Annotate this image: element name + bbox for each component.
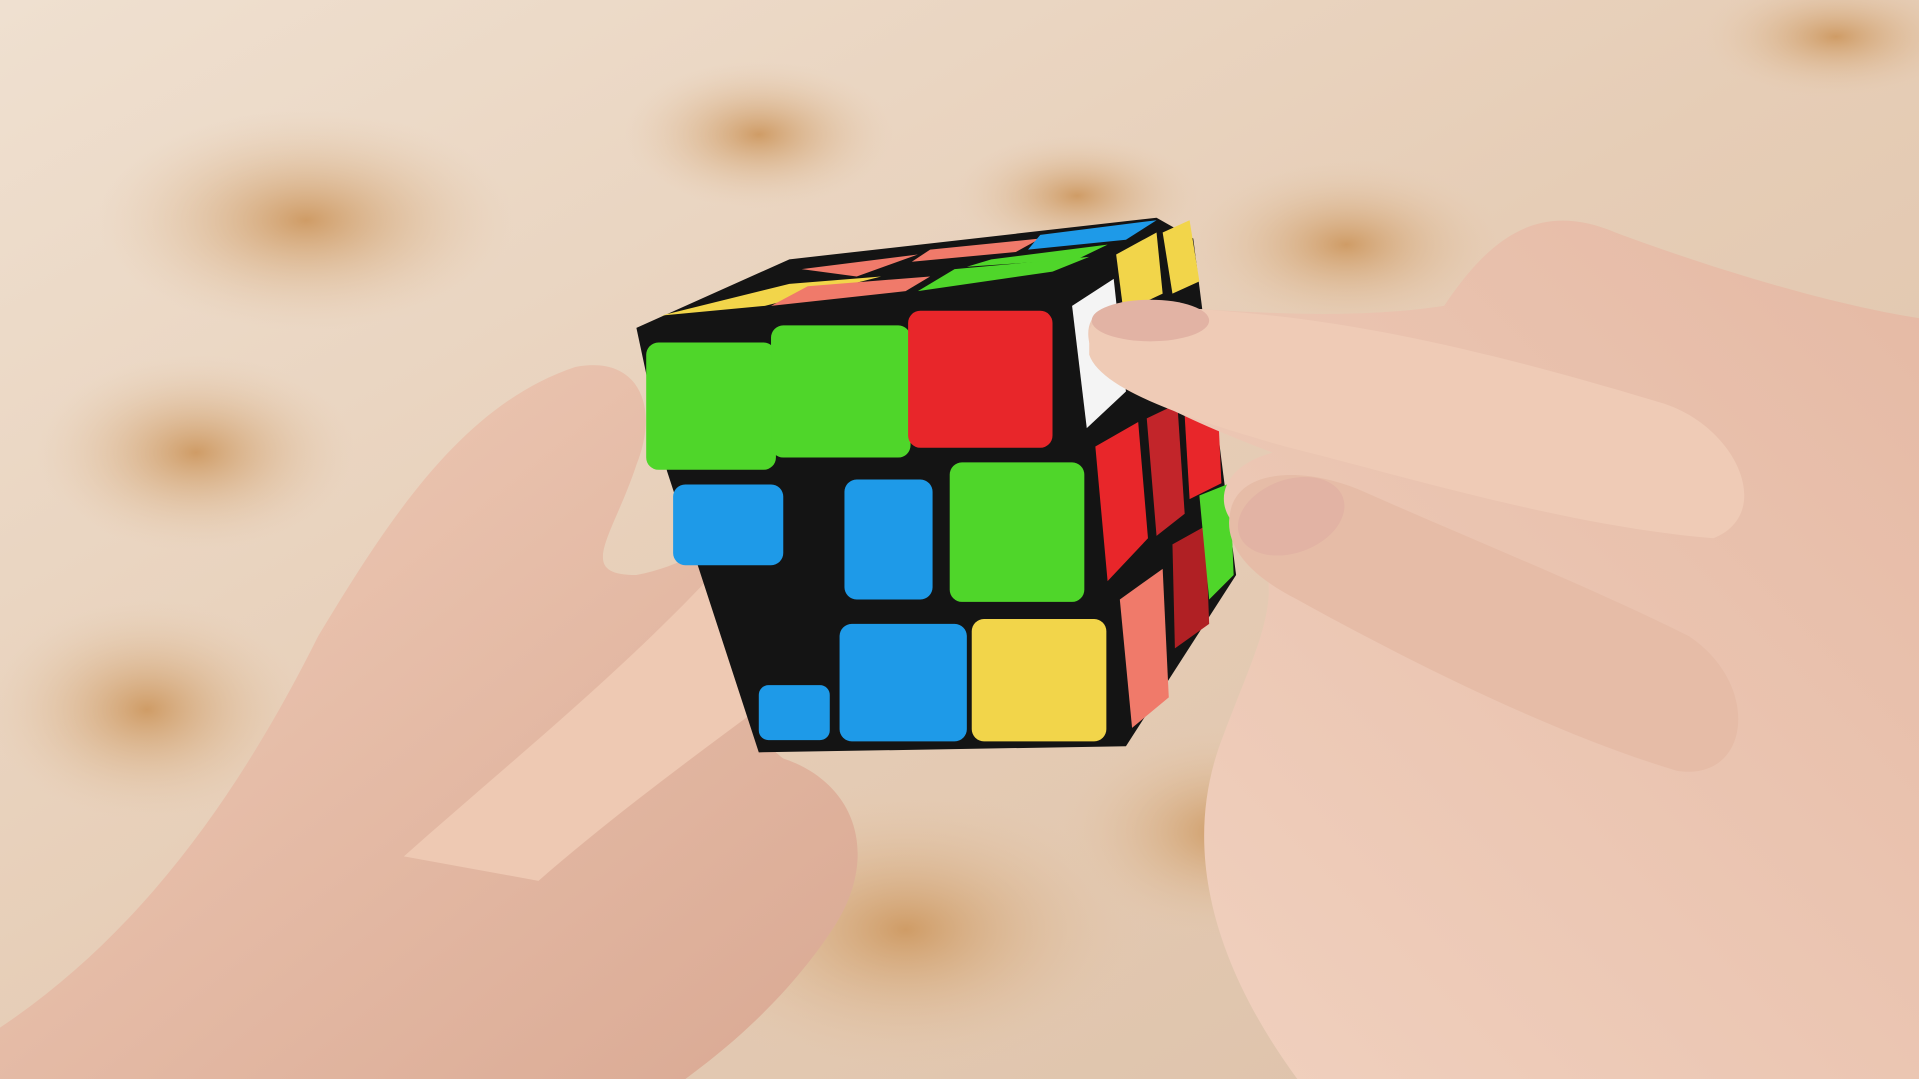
- sticker-blue: [673, 484, 784, 566]
- right-fingernail: [1091, 299, 1210, 342]
- flower-pattern: [36, 354, 355, 551]
- sticker-blue: [758, 685, 830, 741]
- sticker-blue: [844, 479, 933, 600]
- sticker-green: [646, 342, 776, 470]
- sticker-yellow: [971, 619, 1107, 742]
- sticker-blue: [839, 623, 967, 742]
- sticker-green: [771, 325, 911, 458]
- sticker-green: [949, 462, 1085, 602]
- sticker-red: [908, 310, 1053, 448]
- flower-pattern: [97, 110, 515, 331]
- photo-scene: [0, 0, 1919, 1079]
- flower-pattern: [624, 61, 894, 208]
